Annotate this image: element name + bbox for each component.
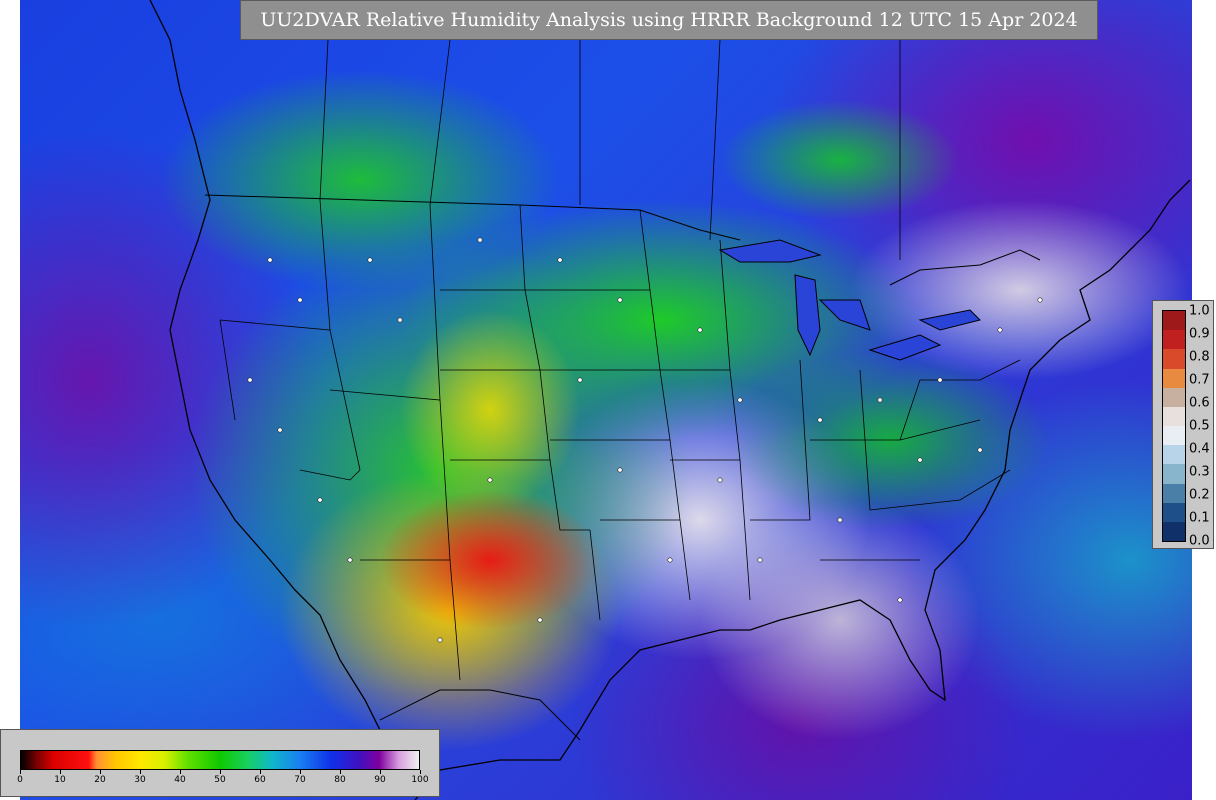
increment-label: 0.2 (1189, 487, 1210, 503)
great-lakes (718, 239, 981, 361)
rh-tick-label: 0 (17, 775, 23, 785)
increment-label: 0.7 (1189, 372, 1210, 388)
map-overlay (149, 0, 1191, 800)
rh-tick-label: 40 (174, 775, 186, 785)
rh-tick-mark (260, 770, 261, 774)
rh-analysis-map (20, 0, 1192, 800)
rh-colorbar-gradient (20, 750, 420, 770)
increment-label: 0.5 (1189, 418, 1210, 434)
rh-tick-label: 90 (374, 775, 386, 785)
increment-label: 0.6 (1189, 395, 1210, 411)
increment-legend-outline (1162, 310, 1186, 542)
increment-label: 1.0 (1189, 303, 1210, 319)
rh-tick-label: 10 (54, 775, 66, 785)
rh-tick-mark (60, 770, 61, 774)
rh-tick-mark (20, 770, 21, 774)
rh-colorbar: 0 10 20 30 40 50 60 70 80 90 100 (0, 729, 440, 797)
rh-tick-label: 60 (254, 775, 266, 785)
increment-label: 0.0 (1189, 533, 1210, 549)
state-lines (219, 199, 1021, 681)
increment-label: 0.3 (1189, 464, 1210, 480)
rh-tick-mark (300, 770, 301, 774)
rh-tick-mark (340, 770, 341, 774)
rh-tick-label: 80 (334, 775, 346, 785)
increment-label: 0.8 (1189, 349, 1210, 365)
rh-tick-label: 100 (411, 775, 429, 785)
rh-tick-label: 30 (134, 775, 146, 785)
rh-tick-mark (380, 770, 381, 774)
rh-tick-mark (100, 770, 101, 774)
increment-label: 0.9 (1189, 326, 1210, 342)
map-title: UU2DVAR Relative Humidity Analysis using… (260, 9, 1078, 31)
rh-tick-label: 70 (294, 775, 306, 785)
north-america-coastline (149, 0, 1191, 800)
rh-tick-mark (140, 770, 141, 774)
rh-tick-mark (180, 770, 181, 774)
rh-tick-label: 50 (214, 775, 226, 785)
rh-tick-mark (220, 770, 221, 774)
rh-tick-mark (420, 770, 421, 774)
country-border (204, 194, 1041, 741)
rh-tick-label: 20 (94, 775, 106, 785)
title-box: UU2DVAR Relative Humidity Analysis using… (240, 0, 1098, 40)
increment-label: 0.1 (1189, 510, 1210, 526)
increment-legend: 1.0 0.9 0.8 0.7 0.6 0.5 0.4 0.3 0.2 0.1 0.0 (1152, 300, 1214, 549)
increment-label: 0.4 (1189, 441, 1210, 457)
